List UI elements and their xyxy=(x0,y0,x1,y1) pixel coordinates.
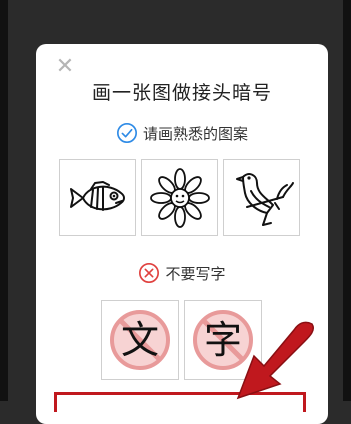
good-examples xyxy=(59,159,305,236)
forbidden-text-icon: 文 xyxy=(110,310,170,370)
char-wen: 文 xyxy=(121,318,159,362)
dont-hint: 不要写字 xyxy=(36,262,328,284)
left-edge xyxy=(0,0,8,401)
close-icon[interactable]: ✕ xyxy=(54,56,76,78)
flower-icon xyxy=(149,167,210,228)
flower-drawing xyxy=(141,159,218,236)
dialog-title: 画一张图做接头暗号 xyxy=(91,82,272,104)
bird-drawing xyxy=(223,159,300,236)
check-circle-icon xyxy=(116,123,137,143)
char-wen-example: 文 xyxy=(101,300,179,380)
dont-hint-label: 不要写字 xyxy=(165,264,226,283)
bird-icon xyxy=(235,172,294,226)
do-hint-label: 请画熟悉的图案 xyxy=(142,124,248,143)
cross-circle-icon xyxy=(139,263,160,283)
right-edge xyxy=(343,0,351,401)
fish-icon xyxy=(69,180,125,211)
red-arrow-icon xyxy=(236,321,315,400)
fish-drawing xyxy=(59,159,136,236)
do-hint: 请画熟悉的图案 xyxy=(36,122,328,144)
